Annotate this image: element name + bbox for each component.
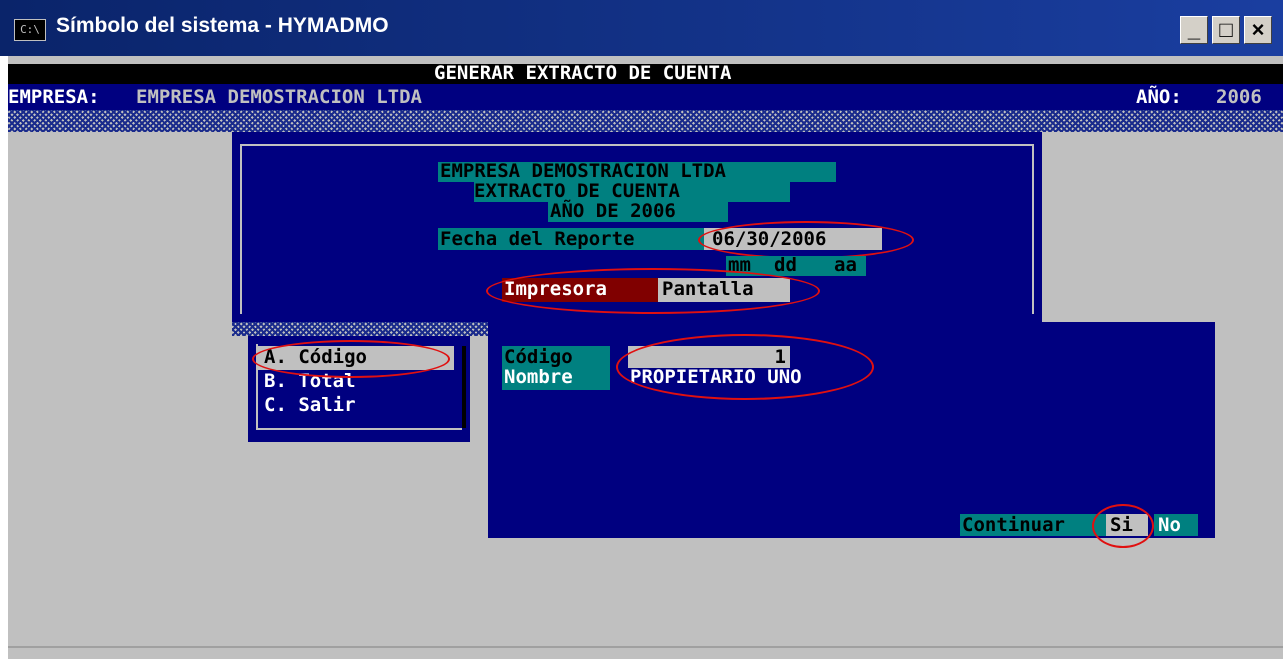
maximize-button[interactable]: □: [1212, 16, 1240, 44]
no-option[interactable]: No: [1158, 516, 1181, 535]
console-area: GENERAR EXTRACTO DE CUENTA EMPRESA: EMPR…: [8, 56, 1283, 659]
menu-scroll: [462, 346, 466, 428]
continue-label: Continuar: [962, 514, 1065, 536]
report-year: AÑO DE 2006: [550, 200, 676, 222]
annotation-code: [616, 334, 874, 400]
date-label: Fecha del Reporte: [440, 228, 635, 250]
code-label: Código: [504, 346, 573, 368]
date-hint-aa: aa: [834, 254, 857, 276]
date-hint-dd: dd: [774, 254, 797, 276]
hatch-strip: [8, 110, 1283, 132]
annotation-output: [486, 268, 820, 314]
menu-item-salir[interactable]: C. Salir: [264, 396, 356, 415]
window-title: Símbolo del sistema - HYMADMO: [56, 14, 389, 37]
name-label: Nombre: [504, 366, 573, 388]
company-label: EMPRESA:: [8, 86, 100, 108]
close-button[interactable]: ×: [1244, 16, 1272, 44]
menu-hatch: [232, 322, 488, 336]
console-icon: C:\: [14, 19, 46, 41]
annotation-menu: [252, 340, 450, 378]
year-label: AÑO:: [1136, 86, 1182, 108]
company-name: EMPRESA DEMOSTRACION LTDA: [136, 86, 422, 108]
report-company: EMPRESA DEMOSTRACION LTDA: [440, 160, 726, 182]
console-bottom-line: [8, 646, 1283, 648]
minimize-button[interactable]: _: [1180, 16, 1208, 44]
screen-title: GENERAR EXTRACTO DE CUENTA: [434, 62, 732, 84]
report-title: EXTRACTO DE CUENTA: [474, 180, 680, 202]
annotation-yes: [1092, 504, 1154, 548]
year-value: 2006: [1216, 86, 1262, 108]
